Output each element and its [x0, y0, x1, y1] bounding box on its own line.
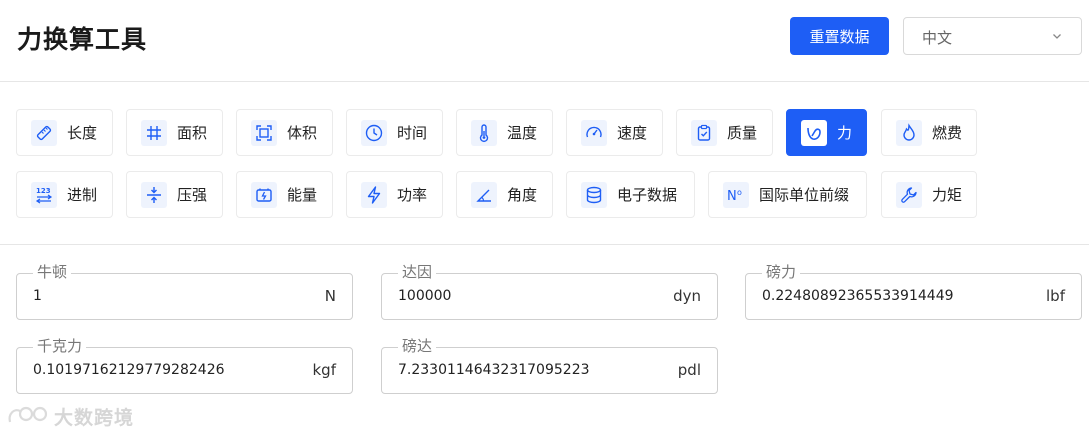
- poundal-input[interactable]: [398, 362, 658, 378]
- newton-input[interactable]: [33, 288, 293, 304]
- category-label: 燃费: [932, 124, 963, 142]
- category-label: 质量: [727, 124, 758, 142]
- angle-icon: [471, 181, 497, 208]
- category-label: 体积: [287, 124, 318, 142]
- category-label: 长度: [67, 124, 98, 142]
- category-label: 速度: [617, 124, 648, 142]
- language-selected-value: 中文: [922, 29, 953, 47]
- watermark-logo-icon: [8, 406, 48, 423]
- category-label: 时间: [397, 124, 428, 142]
- compress-icon: [141, 181, 167, 208]
- category-power[interactable]: 功率: [346, 171, 443, 218]
- svg-text:N: N: [727, 189, 737, 204]
- field-label: 磅达: [398, 336, 437, 356]
- database-icon: [581, 181, 607, 208]
- category-label: 温度: [507, 124, 538, 142]
- thermometer-icon: [471, 119, 497, 146]
- category-si-prefix[interactable]: No 国际单位前缀: [708, 171, 867, 218]
- unit-label: pdl: [677, 361, 701, 379]
- language-select[interactable]: 中文: [903, 17, 1082, 55]
- field-poundal[interactable]: 磅达 pdl: [381, 336, 718, 394]
- numero-icon: No: [723, 181, 749, 208]
- category-data[interactable]: 电子数据: [566, 171, 695, 218]
- category-label: 功率: [397, 186, 428, 204]
- speedometer-icon: [581, 119, 607, 146]
- clipboard-icon: [691, 119, 717, 146]
- category-angle[interactable]: 角度: [456, 171, 553, 218]
- field-label: 牛顿: [33, 262, 72, 282]
- page-title: 力换算工具: [17, 25, 148, 54]
- category-fuel[interactable]: 燃费: [881, 109, 977, 156]
- hash-icon: [141, 119, 167, 146]
- unit-label: dyn: [673, 287, 701, 305]
- unit-label: N: [324, 287, 336, 305]
- category-label: 力矩: [932, 186, 963, 204]
- frame-icon: [251, 119, 277, 146]
- category-pressure[interactable]: 压强: [126, 171, 223, 218]
- category-energy[interactable]: 能量: [236, 171, 333, 218]
- category-length[interactable]: 长度: [16, 109, 113, 156]
- wrench-icon: [896, 181, 922, 208]
- category-torque[interactable]: 力矩: [881, 171, 977, 218]
- category-label: 进制: [67, 186, 98, 204]
- category-label: 国际单位前缀: [759, 186, 850, 204]
- pound-force-input[interactable]: [762, 288, 1022, 304]
- chevron-down-icon: [1053, 34, 1061, 39]
- category-label: 角度: [507, 186, 538, 204]
- unit-label: lbf: [1046, 287, 1065, 305]
- category-speed[interactable]: 速度: [566, 109, 663, 156]
- battery-icon: [251, 181, 277, 208]
- watermark: 大数跨境: [6, 402, 134, 430]
- field-label: 千克力: [33, 336, 87, 356]
- force-icon: [801, 119, 827, 146]
- category-label: 力: [837, 124, 853, 142]
- category-force[interactable]: 力: [786, 109, 867, 156]
- category-label: 压强: [177, 186, 208, 204]
- field-kilogram-force[interactable]: 千克力 kgf: [16, 336, 353, 394]
- lightning-icon: [361, 181, 387, 208]
- category-time[interactable]: 时间: [346, 109, 443, 156]
- field-label: 达因: [398, 262, 437, 282]
- category-number-base[interactable]: 123 进制: [16, 171, 113, 218]
- category-label: 面积: [177, 124, 208, 142]
- kilogram-force-input[interactable]: [33, 362, 293, 378]
- reset-data-button[interactable]: 重置数据: [790, 17, 889, 55]
- field-pound-force[interactable]: 磅力 lbf: [745, 262, 1082, 320]
- field-newton[interactable]: 牛顿 N: [16, 262, 353, 320]
- category-volume[interactable]: 体积: [236, 109, 333, 156]
- flame-icon: [896, 119, 922, 146]
- category-temperature[interactable]: 温度: [456, 109, 553, 156]
- app-header: 力换算工具 重置数据 中文: [0, 0, 1089, 82]
- category-area[interactable]: 面积: [126, 109, 223, 156]
- unit-label: kgf: [312, 361, 337, 379]
- dyne-input[interactable]: [398, 288, 658, 304]
- category-mass[interactable]: 质量: [676, 109, 773, 156]
- field-label: 磅力: [762, 262, 801, 282]
- category-grid: 长度 面积 体积 时间 温度 速度 质量 力 燃费 123 进制 压强 能量 功…: [0, 83, 1089, 245]
- watermark-text: 大数跨境: [54, 406, 135, 429]
- clock-icon: [361, 119, 387, 146]
- category-label: 电子数据: [617, 186, 678, 204]
- svg-text:o: o: [737, 188, 742, 197]
- ruler-icon: [31, 119, 57, 146]
- number-base-icon: 123: [31, 181, 57, 208]
- field-dyne[interactable]: 达因 dyn: [381, 262, 718, 320]
- svg-text:123: 123: [36, 187, 51, 195]
- category-label: 能量: [287, 186, 318, 204]
